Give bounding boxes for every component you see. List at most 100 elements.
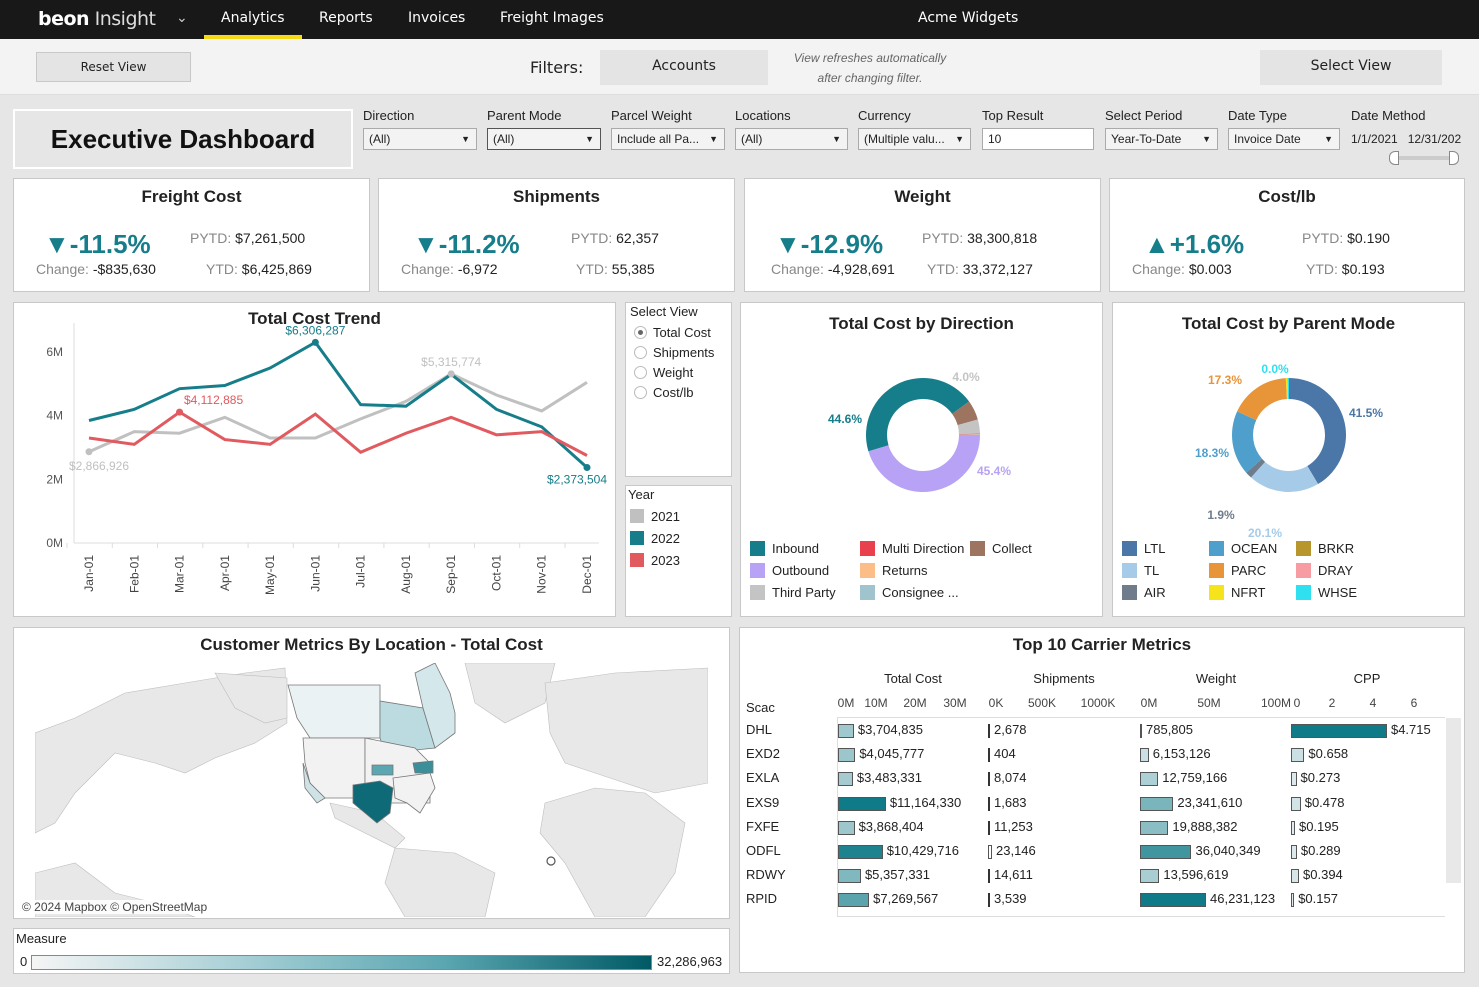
legend-item-consignee-[interactable]: Consignee ... [860,585,959,600]
kpi-change: Change: -$835,630 [36,261,156,277]
bar-total-cost[interactable] [838,845,883,859]
carrier-scac[interactable]: DHL [746,722,772,737]
carrier-scac[interactable]: FXFE [746,819,779,834]
legend-item-third-party[interactable]: Third Party [750,585,836,600]
year-legend-item[interactable]: 2021 [628,505,729,527]
legend-item-outbound[interactable]: Outbound [750,563,829,578]
legend-item-brkr[interactable]: BRKR [1296,541,1354,556]
year-legend-item[interactable]: 2023 [628,549,729,571]
bar-shipments[interactable] [988,820,990,835]
bar-cpp[interactable] [1291,893,1295,908]
carrier-scac[interactable]: RPID [746,891,777,906]
accounts-button[interactable]: Accounts [600,50,768,85]
slider-start-handle[interactable] [1389,151,1399,165]
legend-item-whse[interactable]: WHSE [1296,585,1357,600]
tab-analytics[interactable]: Analytics [221,10,285,26]
map-attribution[interactable]: © 2024 Mapbox © OpenStreetMap [19,900,211,914]
bar-shipments[interactable] [988,869,990,884]
bar-total-cost[interactable] [838,724,854,738]
legend-item-inbound[interactable]: Inbound [750,541,819,556]
data-label: $5,315,774 [421,355,481,369]
tab-reports[interactable]: Reports [319,10,373,26]
axis-tick-label: 10M [864,696,888,710]
bar-cpp[interactable] [1291,772,1297,787]
bar-shipments[interactable] [988,845,992,859]
bar-weight[interactable] [1140,796,1174,811]
bar-weight[interactable] [1140,820,1169,835]
radio-circle[interactable] [634,325,647,339]
bar-weight[interactable] [1140,748,1149,763]
direction-dropdown[interactable]: (All) ▼ [363,128,477,150]
carrier-table-scrollbar[interactable] [1446,718,1461,883]
slider-end-handle[interactable] [1449,151,1459,165]
radio-option-weight[interactable]: Weight [634,362,727,382]
legend-item-multi-direction[interactable]: Multi Direction [860,541,964,556]
chevron-down-icon[interactable]: ⌄ [176,10,188,26]
legend-item-ocean[interactable]: OCEAN [1209,541,1277,556]
top-result-input[interactable]: 10 [982,128,1094,150]
year-legend-panel: Year 2021 2022 2023 [625,485,732,617]
parent-mode-dropdown[interactable]: (All) ▼ [487,128,601,150]
select-period-dropdown[interactable]: Year-To-Date ▼ [1105,128,1218,150]
bar-weight[interactable] [1140,724,1142,738]
bar-cpp[interactable] [1291,820,1295,835]
year-legend-item[interactable]: 2022 [628,527,729,549]
legend-item-nfrt[interactable]: NFRT [1209,585,1265,600]
bar-value-label: $7,269,567 [873,891,939,907]
parcel-weight-dropdown[interactable]: Include all Pa... ▼ [611,128,725,150]
tab-invoices[interactable]: Invoices [408,10,465,26]
bar-total-cost[interactable] [838,796,886,811]
radio-option-total-cost[interactable]: Total Cost [634,322,727,342]
legend-item-dray[interactable]: DRAY [1296,563,1353,578]
legend-item-collect[interactable]: Collect [970,541,1032,556]
bar-shipments[interactable] [988,772,990,787]
select-view-button[interactable]: Select View [1260,50,1442,85]
radio-option-shipments[interactable]: Shipments [634,342,727,362]
bar-weight[interactable] [1140,893,1207,908]
bar-shipments[interactable] [988,748,990,763]
location-map[interactable] [35,663,708,917]
radio-option-cost-lb[interactable]: Cost/lb [634,382,727,402]
legend-label: 2023 [651,552,680,568]
legend-item-air[interactable]: AIR [1122,585,1166,600]
data-label: $4,112,885 [184,393,243,407]
map-region-southeast [392,772,436,814]
carrier-scac[interactable]: ODFL [746,843,781,858]
date-range-slider[interactable] [1395,156,1453,160]
legend-item-ltl[interactable]: LTL [1122,541,1165,556]
carrier-scac[interactable]: EXD2 [746,746,780,761]
brand-logo[interactable]: beon Insight [38,8,156,30]
bar-cpp[interactable] [1291,869,1300,884]
radio-circle[interactable] [634,365,647,379]
legend-item-parc[interactable]: PARC [1209,563,1266,578]
date-type-dropdown[interactable]: Invoice Date ▼ [1228,128,1340,150]
reset-view-button[interactable]: Reset View [36,52,191,82]
currency-dropdown[interactable]: (Multiple valu... ▼ [858,128,971,150]
carrier-scac[interactable]: EXLA [746,770,779,785]
carrier-scac[interactable]: EXS9 [746,795,779,810]
x-tick-label: Jun-01 [308,555,322,592]
bar-shipments[interactable] [988,796,990,811]
locations-dropdown[interactable]: (All) ▼ [735,128,848,150]
tab-freight-images[interactable]: Freight Images [500,10,604,26]
bar-weight[interactable] [1140,869,1160,884]
carrier-scac[interactable]: RDWY [746,867,786,882]
bar-total-cost[interactable] [838,893,870,908]
radio-circle[interactable] [634,385,647,399]
legend-item-tl[interactable]: TL [1122,563,1159,578]
bar-shipments[interactable] [988,724,990,738]
bar-total-cost[interactable] [838,869,861,884]
bar-cpp[interactable] [1291,724,1387,738]
bar-total-cost[interactable] [838,748,856,763]
bar-shipments[interactable] [988,893,990,908]
bar-total-cost[interactable] [838,772,853,787]
bar-cpp[interactable] [1291,845,1297,859]
bar-weight[interactable] [1140,845,1192,859]
bar-cpp[interactable] [1291,796,1301,811]
legend-label: OCEAN [1231,541,1278,556]
bar-total-cost[interactable] [838,820,855,835]
radio-circle[interactable] [634,345,647,359]
bar-cpp[interactable] [1291,748,1305,763]
bar-weight[interactable] [1140,772,1159,787]
legend-item-returns[interactable]: Returns [860,563,928,578]
